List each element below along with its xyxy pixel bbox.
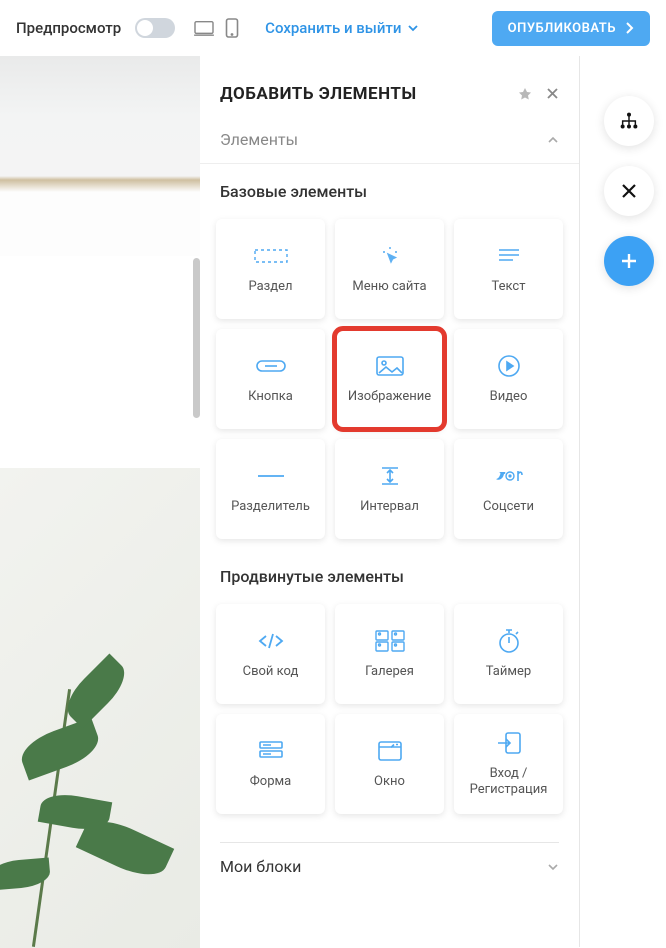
my-blocks-label: Мои блоки: [220, 857, 301, 876]
login-icon: [496, 730, 522, 756]
desktop-icon[interactable]: [193, 19, 215, 37]
stopwatch-icon: [497, 628, 521, 654]
tile-code-label: Свой код: [239, 664, 303, 680]
preview-toggle[interactable]: [135, 18, 175, 38]
canvas-area: [0, 56, 200, 947]
section-label: Элементы: [220, 130, 298, 149]
tile-login[interactable]: Вход / Регистрация: [454, 714, 563, 814]
tile-text-label: Текст: [487, 279, 529, 295]
advanced-elements-title: Продвинутые элементы: [200, 549, 579, 596]
pin-icon[interactable]: [518, 87, 532, 101]
tile-timer[interactable]: Таймер: [454, 604, 563, 704]
save-exit-button[interactable]: Сохранить и выйти: [265, 19, 419, 37]
spacer-icon: [378, 463, 402, 489]
tile-divider-label: Разделитель: [227, 499, 314, 515]
device-switcher: [193, 18, 239, 38]
tile-spacer[interactable]: Интервал: [335, 439, 444, 539]
save-exit-label: Сохранить и выйти: [265, 19, 401, 37]
tile-social-label: Соцсети: [479, 499, 538, 515]
tile-image-label: Изображение: [344, 389, 435, 405]
sitemap-button[interactable]: [604, 96, 654, 146]
section-elements[interactable]: Элементы: [200, 116, 579, 164]
top-toolbar: Предпросмотр Сохранить и выйти ОПУБЛИКОВ…: [0, 0, 666, 56]
section-my-blocks[interactable]: Мои блоки: [200, 843, 579, 890]
gallery-icon: [375, 628, 405, 654]
plus-icon: [619, 251, 639, 271]
tile-button-label: Кнопка: [244, 389, 297, 405]
publish-button[interactable]: ОПУБЛИКОВАТЬ: [492, 11, 650, 46]
panel-title: ДОБАВИТЬ ЭЛЕМЕНТЫ: [220, 84, 417, 104]
panel-header-actions: [518, 87, 559, 101]
tile-custom-code[interactable]: Свой код: [216, 604, 325, 704]
sitemap-icon: [618, 111, 640, 131]
tile-window-label: Окно: [370, 774, 409, 790]
tile-timer-label: Таймер: [482, 664, 535, 680]
tile-divider[interactable]: Разделитель: [216, 439, 325, 539]
tile-window[interactable]: Окно: [335, 714, 444, 814]
canvas-scrollbar-thumb[interactable]: [193, 258, 200, 418]
tile-login-label: Вход / Регистрация: [454, 766, 563, 797]
panel-header: ДОБАВИТЬ ЭЛЕМЕНТЫ: [200, 56, 579, 116]
close-icon[interactable]: [546, 87, 559, 101]
tile-image[interactable]: Изображение: [335, 329, 444, 429]
code-icon: [257, 628, 285, 654]
play-icon: [497, 353, 521, 379]
publish-label: ОПУБЛИКОВАТЬ: [508, 21, 616, 36]
pointer-icon: [378, 243, 402, 269]
preview-label: Предпросмотр: [16, 19, 121, 37]
tile-site-menu[interactable]: Меню сайта: [335, 219, 444, 319]
button-shape-icon: [256, 353, 286, 379]
chevron-right-icon: [624, 22, 634, 34]
tile-spacer-label: Интервал: [356, 499, 423, 515]
close-icon: [620, 182, 638, 200]
divider-icon: [256, 463, 286, 489]
tile-social[interactable]: Соцсети: [454, 439, 563, 539]
tile-form[interactable]: Форма: [216, 714, 325, 814]
text-lines-icon: [497, 243, 521, 269]
tile-video[interactable]: Видео: [454, 329, 563, 429]
social-icon: [494, 463, 524, 489]
tile-gallery[interactable]: Галерея: [335, 604, 444, 704]
window-icon: [377, 738, 403, 764]
section-icon: [254, 243, 288, 269]
chevron-up-icon: [547, 134, 559, 146]
tile-menu-label: Меню сайта: [348, 279, 430, 295]
basic-elements-grid: Раздел Меню сайта Текст Кнопка Изображен: [200, 211, 579, 549]
image-icon: [376, 353, 404, 379]
mobile-icon[interactable]: [225, 18, 239, 38]
form-icon: [258, 738, 284, 764]
chevron-down-icon: [547, 861, 559, 873]
tile-text[interactable]: Текст: [454, 219, 563, 319]
tile-section[interactable]: Раздел: [216, 219, 325, 319]
close-panel-button[interactable]: [604, 166, 654, 216]
tile-button[interactable]: Кнопка: [216, 329, 325, 429]
add-element-button[interactable]: [604, 236, 654, 286]
canvas-image-top: [0, 56, 200, 256]
tile-video-label: Видео: [486, 389, 532, 405]
basic-elements-title: Базовые элементы: [200, 164, 579, 211]
add-elements-panel: ДОБАВИТЬ ЭЛЕМЕНТЫ Элементы Базовые элеме…: [200, 56, 580, 947]
tile-section-label: Раздел: [244, 279, 296, 295]
chevron-down-icon: [407, 22, 419, 34]
tile-gallery-label: Галерея: [361, 664, 418, 680]
canvas-blank: [0, 256, 200, 468]
tile-form-label: Форма: [246, 774, 295, 790]
advanced-elements-grid: Свой код Галерея Таймер Форма Окно: [200, 596, 579, 824]
side-actions: [604, 96, 654, 286]
canvas-image-plant: [0, 468, 200, 948]
